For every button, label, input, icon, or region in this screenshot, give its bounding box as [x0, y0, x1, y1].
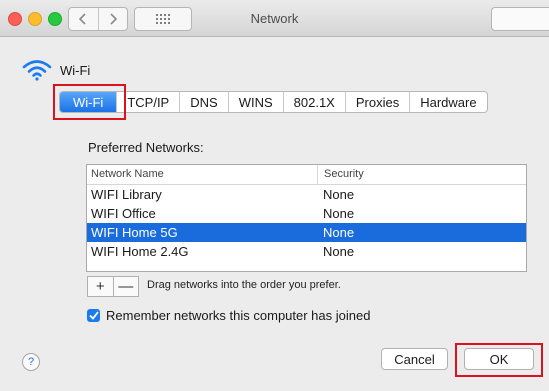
preferred-networks-table[interactable]: Network Name Security WIFI Library None …	[86, 164, 527, 272]
interface-header: Wi-Fi	[22, 59, 90, 81]
network-name: WIFI Office	[91, 206, 156, 221]
add-network-button[interactable]: +	[88, 277, 113, 296]
tab-wins[interactable]: WINS	[227, 92, 283, 112]
network-security: None	[323, 206, 355, 221]
table-row-selected[interactable]: WIFI Home 5G None	[87, 223, 526, 242]
network-name: WIFI Home 2.4G	[91, 244, 189, 259]
network-name: WIFI Home 5G	[91, 225, 178, 240]
tab-proxies[interactable]: Proxies	[344, 92, 409, 112]
table-header: Network Name Security	[87, 165, 526, 185]
tab-8021x[interactable]: 802.1X	[282, 92, 345, 112]
remove-network-button[interactable]: —	[112, 277, 139, 296]
table-row[interactable]: WIFI Library None	[87, 185, 526, 204]
remember-networks-label: Remember networks this computer has join…	[106, 308, 371, 323]
window-title: Network	[250, 11, 299, 26]
preferred-networks-heading: Preferred Networks:	[88, 140, 204, 155]
table-row[interactable]: WIFI Home 2.4G None	[87, 242, 526, 261]
add-remove-group: + —	[87, 276, 139, 297]
wifi-icon	[22, 60, 52, 81]
network-name: WIFI Library	[91, 187, 162, 202]
search-field[interactable]	[491, 7, 549, 31]
remember-networks-checkbox[interactable]	[87, 309, 100, 322]
title-bar: Network	[0, 0, 549, 37]
network-security: None	[323, 187, 355, 202]
network-security: None	[323, 225, 355, 240]
drag-hint-text: Drag networks into the order you prefer.	[147, 279, 341, 291]
tab-dns[interactable]: DNS	[179, 92, 227, 112]
ok-button-highlight	[455, 343, 543, 377]
interface-name: Wi-Fi	[60, 62, 91, 78]
checkmark-icon	[88, 311, 99, 320]
table-row[interactable]: WIFI Office None	[87, 204, 526, 223]
wifi-tab-highlight	[53, 84, 126, 120]
tab-hardware[interactable]: Hardware	[409, 92, 486, 112]
help-button[interactable]: ?	[22, 353, 40, 371]
cancel-button[interactable]: Cancel	[381, 348, 448, 370]
column-header-security[interactable]: Security	[318, 165, 364, 184]
column-header-network-name[interactable]: Network Name	[87, 165, 318, 184]
network-security: None	[323, 244, 355, 259]
